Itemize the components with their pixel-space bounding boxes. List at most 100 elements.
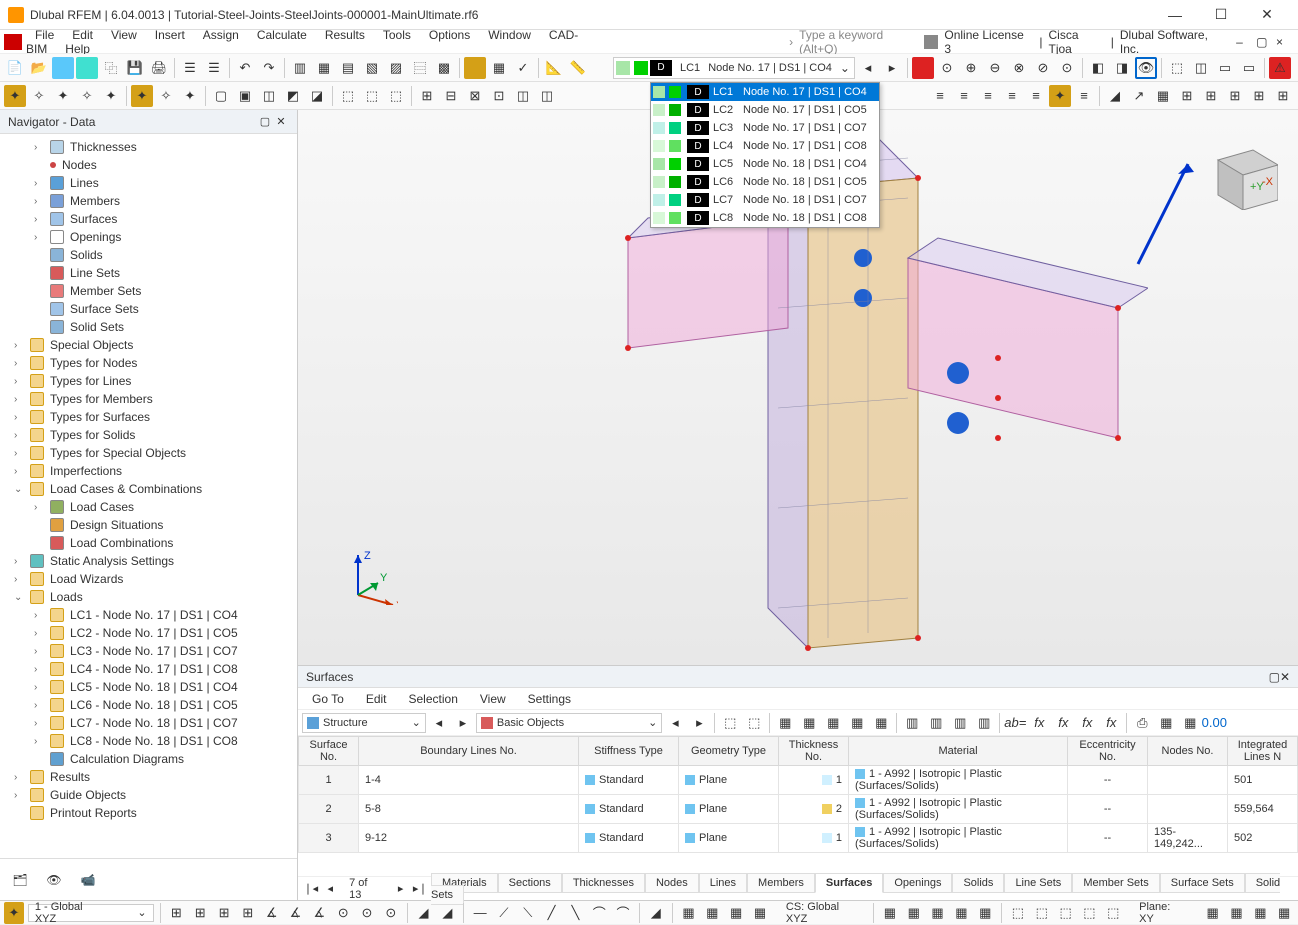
lc-prev-icon[interactable]: ◂ bbox=[857, 57, 879, 79]
t2-6[interactable]: ✧ bbox=[155, 85, 177, 107]
sb-22[interactable]: ▦ bbox=[702, 902, 722, 924]
loadcase-dropdown[interactable]: DLC1Node No. 17 | DS1 | CO4DLC2Node No. … bbox=[650, 82, 880, 228]
sb-r2[interactable]: ▦ bbox=[1227, 902, 1247, 924]
t2-r12[interactable]: ⊞ bbox=[1200, 85, 1222, 107]
subwin-max-icon[interactable]: ▢ bbox=[1256, 35, 1270, 49]
lc-option-lc1[interactable]: DLC1Node No. 17 | DS1 | CO4 bbox=[651, 83, 879, 101]
subwin-min-icon[interactable]: – bbox=[1236, 35, 1250, 49]
surfaces-undock-button[interactable]: ▢ bbox=[1269, 670, 1280, 684]
sb-5[interactable]: ∡ bbox=[262, 902, 282, 924]
sb-9[interactable]: ⊙ bbox=[357, 902, 377, 924]
sb-25[interactable]: ▦ bbox=[880, 902, 900, 924]
tree-item[interactable]: Solids bbox=[0, 246, 297, 264]
tree-item[interactable]: ›Types for Special Objects bbox=[0, 444, 297, 462]
panel7-icon[interactable]: ▩ bbox=[433, 57, 455, 79]
view6-icon[interactable]: ⊙ bbox=[1056, 57, 1078, 79]
tree-item[interactable]: Design Situations bbox=[0, 516, 297, 534]
show-loads-button[interactable]: 👁 bbox=[1135, 57, 1157, 79]
surfaces-combo-basic[interactable]: Basic Objects ⌄ bbox=[476, 713, 662, 733]
sb-21[interactable]: ▦ bbox=[679, 902, 699, 924]
mesh-icon[interactable]: ▦ bbox=[488, 57, 510, 79]
warn-icon[interactable]: ⚠ bbox=[1269, 57, 1291, 79]
menu-assign[interactable]: Assign bbox=[194, 26, 248, 44]
page-next-icon[interactable]: ▸ bbox=[392, 882, 410, 895]
sb-23[interactable]: ▦ bbox=[726, 902, 746, 924]
sp-export4[interactable]: 0.00 bbox=[1203, 712, 1225, 734]
tree-item[interactable]: ›Surfaces bbox=[0, 210, 297, 228]
view3-icon[interactable]: ⊖ bbox=[984, 57, 1006, 79]
sb-4[interactable]: ⊞ bbox=[238, 902, 258, 924]
tab-lines[interactable]: Lines bbox=[699, 873, 747, 893]
sp-t1[interactable]: ⬚ bbox=[719, 712, 741, 734]
tree-item[interactable]: ›LC5 - Node No. 18 | DS1 | CO4 bbox=[0, 678, 297, 696]
sb-29[interactable]: ▦ bbox=[975, 902, 995, 924]
sb-15[interactable]: ⟍ bbox=[518, 902, 538, 924]
t2-r15[interactable]: ⊞ bbox=[1272, 85, 1294, 107]
tree-item[interactable]: ›LC4 - Node No. 17 | DS1 | CO8 bbox=[0, 660, 297, 678]
t2-11[interactable]: ◩ bbox=[282, 85, 304, 107]
tree-item[interactable]: ›LC7 - Node No. 18 | DS1 | CO7 bbox=[0, 714, 297, 732]
tree-item[interactable]: ›Members bbox=[0, 192, 297, 210]
sp-nav-next2[interactable]: ▸ bbox=[688, 712, 710, 734]
table-row[interactable]: 1 1-4 Standard Plane 1 1 - A992 | Isotro… bbox=[299, 766, 1298, 795]
tree-item[interactable]: ›Load Wizards bbox=[0, 570, 297, 588]
t2-19[interactable]: ⊡ bbox=[488, 85, 510, 107]
sp-t3[interactable]: ▦ bbox=[774, 712, 796, 734]
t2-r3[interactable]: ≡ bbox=[977, 85, 999, 107]
tab-nodes[interactable]: Nodes bbox=[645, 873, 699, 893]
sp-t6[interactable]: ▦ bbox=[846, 712, 868, 734]
tree-item[interactable]: ›Static Analysis Settings bbox=[0, 552, 297, 570]
t2-r4[interactable]: ≡ bbox=[1001, 85, 1023, 107]
sb-32[interactable]: ⬚ bbox=[1056, 902, 1076, 924]
tab-thicknesses[interactable]: Thicknesses bbox=[562, 873, 645, 893]
view2-icon[interactable]: ⊕ bbox=[960, 57, 982, 79]
lc-option-lc7[interactable]: DLC7Node No. 18 | DS1 | CO7 bbox=[651, 191, 879, 209]
sp-t10[interactable]: ▥ bbox=[949, 712, 971, 734]
tree-item[interactable]: Surface Sets bbox=[0, 300, 297, 318]
sp-nav-next[interactable]: ▸ bbox=[452, 712, 474, 734]
surfaces-close-button[interactable]: ✕ bbox=[1280, 670, 1290, 684]
open-icon[interactable]: 📂 bbox=[28, 57, 50, 79]
menu-calculate[interactable]: Calculate bbox=[248, 26, 316, 44]
t2-2[interactable]: ✦ bbox=[52, 85, 74, 107]
t2-7[interactable]: ✦ bbox=[179, 85, 201, 107]
view5-icon[interactable]: ⊘ bbox=[1032, 57, 1054, 79]
sp-nav-prev2[interactable]: ◂ bbox=[664, 712, 686, 734]
navigator-undock-button[interactable]: ▢ bbox=[257, 114, 273, 130]
star-icon[interactable] bbox=[912, 57, 934, 79]
sp-t7[interactable]: ▦ bbox=[870, 712, 892, 734]
t2-r10[interactable]: ▦ bbox=[1152, 85, 1174, 107]
list1-icon[interactable]: ☰ bbox=[179, 57, 201, 79]
tab-surface-sets[interactable]: Surface Sets bbox=[1160, 873, 1245, 893]
panel5-icon[interactable]: ▨ bbox=[385, 57, 407, 79]
sb-1[interactable]: ⊞ bbox=[166, 902, 186, 924]
t2-18[interactable]: ⊠ bbox=[464, 85, 486, 107]
t2-5[interactable]: ✦ bbox=[131, 85, 153, 107]
tree-item[interactable]: Load Combinations bbox=[0, 534, 297, 552]
tab-line-sets[interactable]: Line Sets bbox=[1004, 873, 1072, 893]
maximize-button[interactable]: ☐ bbox=[1198, 0, 1244, 30]
tree-item[interactable]: ›Load Cases bbox=[0, 498, 297, 516]
cloud-icon[interactable] bbox=[52, 57, 74, 79]
tree-item[interactable]: ⌄Loads bbox=[0, 588, 297, 606]
new-icon[interactable]: 📄 bbox=[4, 57, 26, 79]
surfaces-menu-settings[interactable]: Settings bbox=[518, 690, 581, 708]
sp-func4[interactable]: fx bbox=[1076, 712, 1098, 734]
sb-6[interactable]: ∡ bbox=[286, 902, 306, 924]
keyword-search[interactable]: › Type a keyword (Alt+Q) bbox=[789, 28, 924, 56]
view-cube[interactable]: +Y -X bbox=[1198, 130, 1278, 210]
t2-r9[interactable]: ↗ bbox=[1128, 85, 1150, 107]
lc-option-lc2[interactable]: DLC2Node No. 17 | DS1 | CO5 bbox=[651, 101, 879, 119]
tree-item[interactable]: Member Sets bbox=[0, 282, 297, 300]
menu-tools[interactable]: Tools bbox=[374, 26, 420, 44]
loadcase-selector[interactable]: D LC1 Node No. 17 | DS1 | CO4 ⌄ bbox=[613, 57, 855, 79]
tree-item[interactable]: ›Thicknesses bbox=[0, 138, 297, 156]
sb-cs-combo[interactable]: 1 - Global XYZ ⌄ bbox=[28, 904, 154, 922]
page-first-icon[interactable]: ❘◂ bbox=[302, 882, 320, 895]
t2-1[interactable]: ✧ bbox=[28, 85, 50, 107]
sb-3[interactable]: ⊞ bbox=[214, 902, 234, 924]
panel3-icon[interactable]: ▤ bbox=[337, 57, 359, 79]
sp-t5[interactable]: ▦ bbox=[822, 712, 844, 734]
nav-mode-data-icon[interactable]: 🗂 bbox=[8, 868, 32, 892]
sp-t4[interactable]: ▦ bbox=[798, 712, 820, 734]
